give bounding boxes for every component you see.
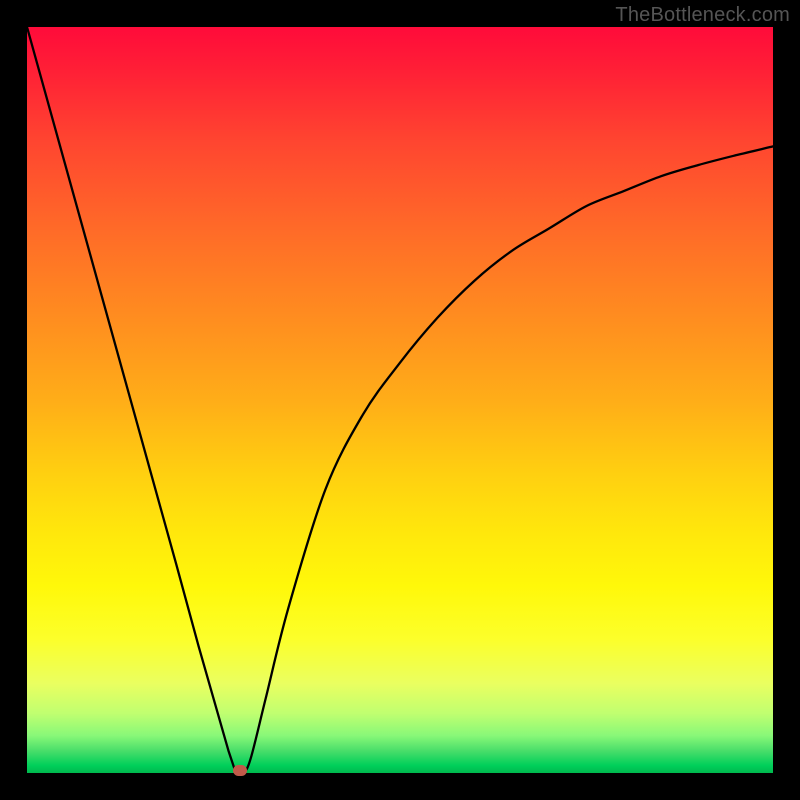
plot-area <box>27 27 773 773</box>
watermark-text: TheBottleneck.com <box>615 4 790 27</box>
bottleneck-curve <box>27 27 773 773</box>
chart-frame: TheBottleneck.com <box>0 0 800 800</box>
optimal-marker <box>233 765 247 776</box>
